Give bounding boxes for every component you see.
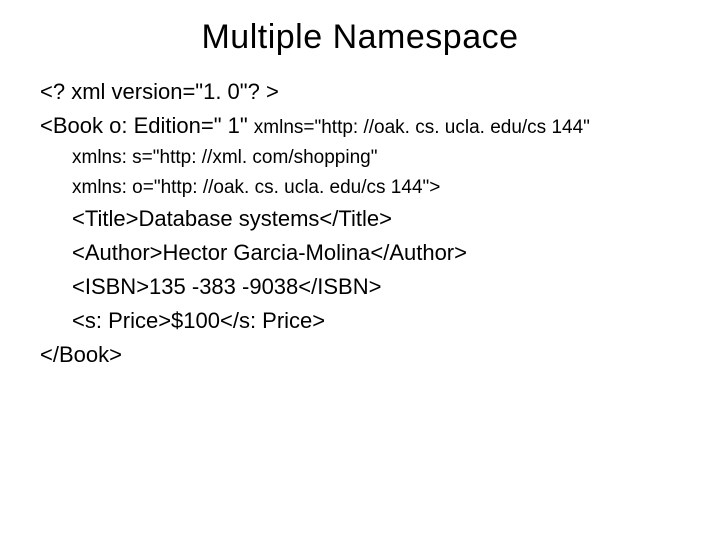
code-line-1: <? xml version="1. 0"? > bbox=[40, 75, 680, 109]
code-line-7: <ISBN>135 -383 -9038</ISBN> bbox=[40, 270, 680, 304]
code-line-2d: xmlns="http: //oak. cs. ucla. edu/cs 144… bbox=[254, 113, 590, 142]
code-line-5: <Title>Database systems</Title> bbox=[40, 202, 680, 236]
code-line-2a: <Book bbox=[40, 109, 109, 143]
code-line-4: xmlns: o="http: //oak. cs. ucla. edu/cs … bbox=[40, 173, 680, 202]
code-line-8: <s: Price>$100</s: Price> bbox=[40, 304, 680, 338]
code-line-2c: Edition=" 1" bbox=[134, 109, 254, 143]
code-line-2: <Book o: Edition=" 1" xmlns="http: //oak… bbox=[40, 109, 680, 143]
slide-title: Multiple Namespace bbox=[40, 18, 680, 57]
code-line-3: xmlns: s="http: //xml. com/shopping" bbox=[40, 143, 680, 172]
code-line-6: <Author>Hector Garcia-Molina</Author> bbox=[40, 236, 680, 270]
slide: Multiple Namespace <? xml version="1. 0"… bbox=[0, 0, 720, 373]
code-line-9: </Book> bbox=[40, 338, 680, 372]
code-line-2b: o: bbox=[109, 109, 133, 143]
